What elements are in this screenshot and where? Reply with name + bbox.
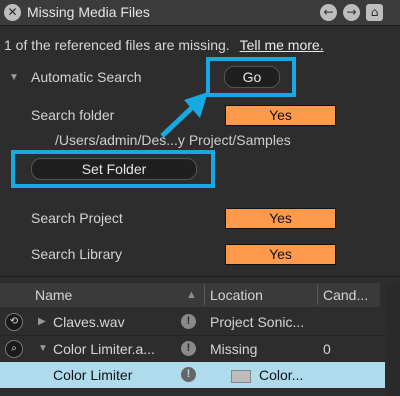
file-name: Color Limiter [53, 367, 133, 383]
collapse-triangle-icon[interactable]: ▼ [9, 72, 19, 83]
column-separator[interactable] [317, 285, 318, 305]
warning-icon: ! [181, 367, 196, 382]
search-library-toggle[interactable]: Yes [225, 244, 336, 265]
file-location: Missing [210, 341, 258, 357]
search-library-label: Search Library [31, 246, 123, 262]
refresh-icon[interactable]: ⟲ [5, 313, 23, 331]
title-bar: ✕ Missing Media Files ← → ⌂ [0, 0, 400, 26]
close-icon[interactable]: ✕ [4, 4, 21, 21]
collapse-triangle-icon[interactable]: ▼ [38, 343, 48, 354]
home-icon[interactable]: ⌂ [366, 4, 383, 21]
search-folder-toggle[interactable]: Yes [225, 105, 336, 126]
missing-files-message: 1 of the referenced files are missing. T… [4, 37, 324, 53]
warning-icon: ! [181, 314, 196, 329]
file-location: Color... [259, 367, 304, 383]
search-project-toggle[interactable]: Yes [225, 208, 336, 229]
column-separator[interactable] [204, 285, 205, 305]
column-header-location[interactable]: Location [210, 287, 263, 303]
search-icon[interactable]: ⌕ [5, 340, 23, 358]
arrow-right-icon[interactable]: → [343, 4, 360, 21]
table-row[interactable]: ⟲ ▶ Claves.wav ! Project Sonic... [0, 309, 400, 335]
search-project-label: Search Project [31, 210, 123, 226]
message-text: 1 of the referenced files are missing. [4, 37, 230, 53]
column-header-candidates[interactable]: Cand... [323, 287, 368, 303]
sort-ascending-icon[interactable]: ▲ [186, 289, 197, 301]
file-name: Claves.wav [53, 314, 125, 330]
search-folder-label: Search folder [31, 107, 115, 123]
table-divider [0, 276, 400, 277]
expand-triangle-icon[interactable]: ▶ [38, 316, 46, 327]
column-header-name[interactable]: Name [35, 287, 72, 303]
file-candidates: 0 [323, 341, 331, 357]
set-folder-button[interactable]: Set Folder [31, 158, 197, 180]
warning-icon: ! [181, 341, 196, 356]
search-folder-path: /Users/admin/Des...y Project/Samples [55, 132, 291, 148]
tell-me-more-link[interactable]: Tell me more. [240, 37, 324, 53]
arrow-left-icon[interactable]: ← [320, 4, 337, 21]
missing-media-files-window: ✕ Missing Media Files ← → ⌂ 1 of the ref… [0, 0, 400, 396]
scrollbar[interactable] [386, 283, 400, 396]
table-row[interactable]: ⌕ ▼ Color Limiter.a... ! Missing 0 [0, 336, 400, 362]
file-type-icon [231, 370, 251, 383]
table-row-selected[interactable]: Color Limiter ! Color... [0, 362, 385, 388]
file-location: Project Sonic... [210, 314, 305, 330]
file-name: Color Limiter.a... [53, 341, 155, 357]
table-header: Name ▲ Location Cand... [0, 283, 380, 307]
window-title: Missing Media Files [27, 4, 150, 20]
go-button[interactable]: Go [224, 66, 280, 88]
automatic-search-label: Automatic Search [31, 69, 142, 85]
